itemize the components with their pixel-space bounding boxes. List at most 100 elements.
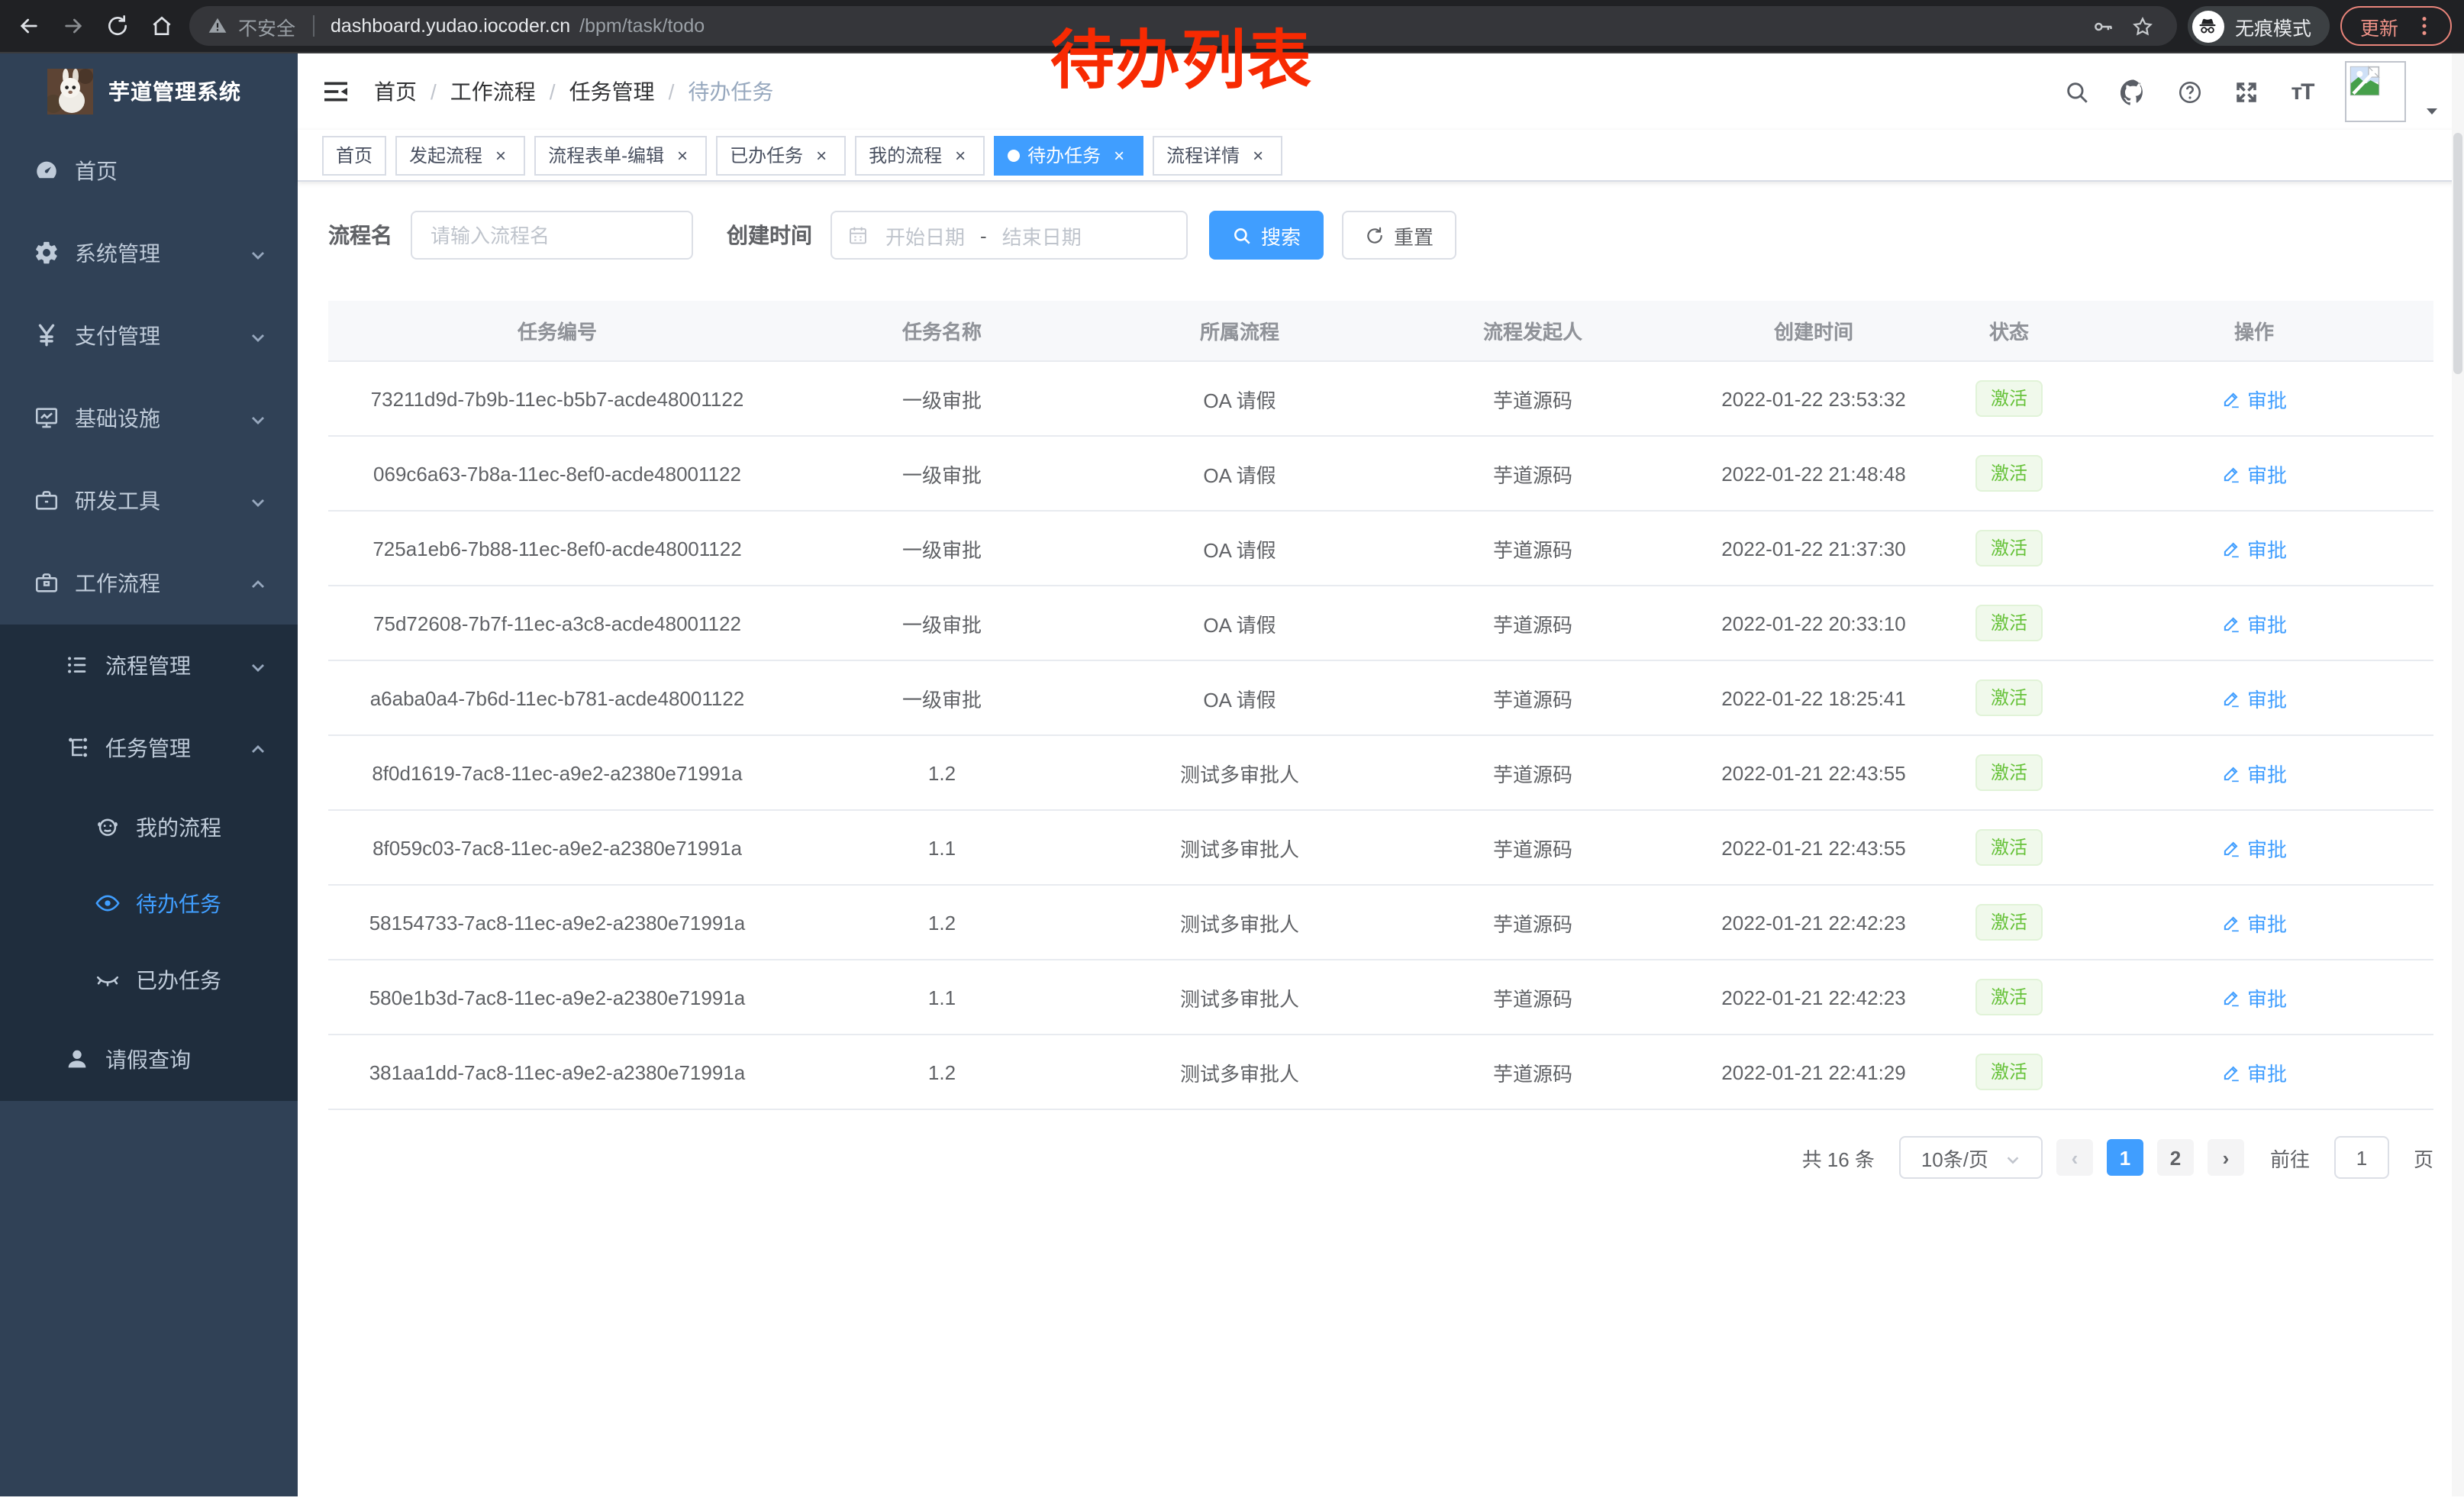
tab-home[interactable]: 首页 <box>322 135 386 175</box>
approve-link[interactable]: 审批 <box>2221 983 2287 1012</box>
fullscreen-icon[interactable] <box>2232 78 2259 105</box>
cell-task-name: 一级审批 <box>786 608 1098 638</box>
search-icon[interactable] <box>2062 78 2090 105</box>
reload-icon[interactable] <box>101 9 134 43</box>
menu-dots-icon[interactable] <box>2408 9 2441 43</box>
cell-action: 审批 <box>2075 908 2433 937</box>
close-icon[interactable]: × <box>490 144 511 166</box>
sidebar-item-home[interactable]: 首页 <box>0 130 298 212</box>
approve-link[interactable]: 审批 <box>2221 833 2287 862</box>
approve-link[interactable]: 审批 <box>2221 608 2287 638</box>
sidebar-item-workflow[interactable]: 工作流程 <box>0 542 298 625</box>
search-button[interactable]: 搜索 <box>1209 211 1324 260</box>
sidebar-toggle-icon[interactable] <box>321 76 351 107</box>
yen-icon <box>34 322 61 350</box>
page-scrollbar[interactable] <box>2452 53 2464 1496</box>
sidebar-item-payment[interactable]: 支付管理 <box>0 295 298 377</box>
back-icon[interactable] <box>12 9 46 43</box>
cell-starter: 芋道源码 <box>1382 608 1684 638</box>
sidebar-item-leave-query[interactable]: 请假查询 <box>0 1018 298 1101</box>
sidebar-item-devtools[interactable]: 研发工具 <box>0 460 298 542</box>
page-button-1[interactable]: 1 <box>2107 1139 2143 1176</box>
cell-starter: 芋道源码 <box>1382 384 1684 413</box>
close-icon[interactable]: × <box>672 144 693 166</box>
active-tab-dot <box>1008 149 1020 161</box>
tab-start-process[interactable]: 发起流程× <box>395 135 525 175</box>
tab-todo-task[interactable]: 待办任务× <box>994 135 1143 175</box>
eye-closed-icon <box>95 967 122 994</box>
warning-icon[interactable] <box>208 15 229 37</box>
next-page-button[interactable]: › <box>2208 1139 2244 1176</box>
sidebar-item-label: 已办任务 <box>136 965 221 996</box>
font-size-icon[interactable]: тT <box>2288 78 2316 105</box>
sidebar-item-my-process[interactable]: 我的流程 <box>0 789 298 866</box>
tab-label: 流程表单-编辑 <box>548 142 664 168</box>
prev-page-button[interactable]: ‹ <box>2056 1139 2093 1176</box>
page-button-2[interactable]: 2 <box>2157 1139 2194 1176</box>
sidebar-item-label: 我的流程 <box>136 812 221 843</box>
tab-process-detail[interactable]: 流程详情 × <box>1153 135 1282 175</box>
cell-create-time: 2022-01-21 22:41:29 <box>1684 1060 1943 1083</box>
caret-down-icon[interactable] <box>2423 101 2441 119</box>
sidebar-item-task-mgmt[interactable]: 任务管理 <box>0 707 298 789</box>
forward-icon[interactable] <box>56 9 90 43</box>
help-icon[interactable] <box>2175 78 2203 105</box>
approve-link[interactable]: 审批 <box>2221 758 2287 787</box>
star-icon[interactable] <box>2128 11 2159 41</box>
tab-my-process[interactable]: 我的流程 × <box>855 135 985 175</box>
cell-task-name: 一级审批 <box>786 534 1098 563</box>
breadcrumb-home[interactable]: 首页 <box>374 76 417 107</box>
app-title: 芋道管理系统 <box>108 76 241 107</box>
close-icon[interactable]: × <box>950 144 971 166</box>
page-size-select[interactable]: 10条/页 <box>1899 1136 2043 1179</box>
approve-link[interactable]: 审批 <box>2221 534 2287 563</box>
close-icon[interactable]: × <box>1108 144 1130 166</box>
cell-task-name: 1.2 <box>786 911 1098 934</box>
sidebar-item-system[interactable]: 系统管理 <box>0 212 298 295</box>
status-badge: 激活 <box>1975 754 2043 791</box>
github-icon[interactable] <box>2119 78 2146 105</box>
cell-action: 审批 <box>2075 683 2433 712</box>
tab-label: 流程详情 <box>1166 142 1240 168</box>
goto-page-input[interactable] <box>2334 1136 2389 1179</box>
key-icon[interactable] <box>2088 11 2119 41</box>
refresh-icon <box>1365 225 1385 245</box>
tab-label: 我的流程 <box>869 142 942 168</box>
sidebar-item-infra[interactable]: 基础设施 <box>0 377 298 460</box>
approve-link[interactable]: 审批 <box>2221 908 2287 937</box>
breadcrumb-workflow[interactable]: 工作流程 <box>450 76 536 107</box>
home-icon[interactable] <box>145 9 179 43</box>
page-numbers: 12 <box>2107 1139 2194 1176</box>
sidebar-item-todo-task[interactable]: 待办任务 <box>0 866 298 942</box>
start-date-placeholder: 开始日期 <box>885 221 965 250</box>
status-badge: 激活 <box>1975 455 2043 492</box>
sidebar-item-done-task[interactable]: 已办任务 <box>0 942 298 1018</box>
cell-status: 激活 <box>1943 904 2075 941</box>
cell-task-name: 一级审批 <box>786 384 1098 413</box>
tree-icon <box>64 734 92 762</box>
date-range-picker[interactable]: 开始日期 - 结束日期 <box>830 211 1188 260</box>
url-path: /bpm/task/todo <box>579 15 705 37</box>
cell-process: OA 请假 <box>1098 459 1382 488</box>
table-body: 73211d9d-7b9b-11ec-b5b7-acde48001122一级审批… <box>328 362 2433 1110</box>
app-logo[interactable]: 芋道管理系统 <box>0 53 298 130</box>
approve-link[interactable]: 审批 <box>2221 459 2287 488</box>
process-name-input[interactable] <box>411 211 693 260</box>
approve-link[interactable]: 审批 <box>2221 683 2287 712</box>
breadcrumb-current: 待办任务 <box>688 76 773 107</box>
close-icon[interactable]: × <box>811 144 832 166</box>
sidebar-item-process-mgmt[interactable]: 流程管理 <box>0 625 298 707</box>
tab-done-task[interactable]: 已办任务× <box>716 135 846 175</box>
approve-link[interactable]: 审批 <box>2221 384 2287 413</box>
sidebar-item-label: 研发工具 <box>75 486 160 516</box>
col-actions: 操作 <box>2075 316 2433 345</box>
approve-link[interactable]: 审批 <box>2221 1057 2287 1086</box>
navbar: 首页 / 工作流程 / 任务管理 / 待办任务 тT <box>298 53 2464 130</box>
scrollbar-thumb[interactable] <box>2453 133 2462 374</box>
tab-form-edit[interactable]: 流程表单-编辑 × <box>534 135 707 175</box>
breadcrumb-task-mgmt[interactable]: 任务管理 <box>569 76 655 107</box>
close-icon[interactable]: × <box>1247 144 1269 166</box>
reset-button[interactable]: 重置 <box>1342 211 1456 260</box>
update-button[interactable]: 更新 <box>2340 6 2452 46</box>
avatar[interactable] <box>2345 61 2406 122</box>
